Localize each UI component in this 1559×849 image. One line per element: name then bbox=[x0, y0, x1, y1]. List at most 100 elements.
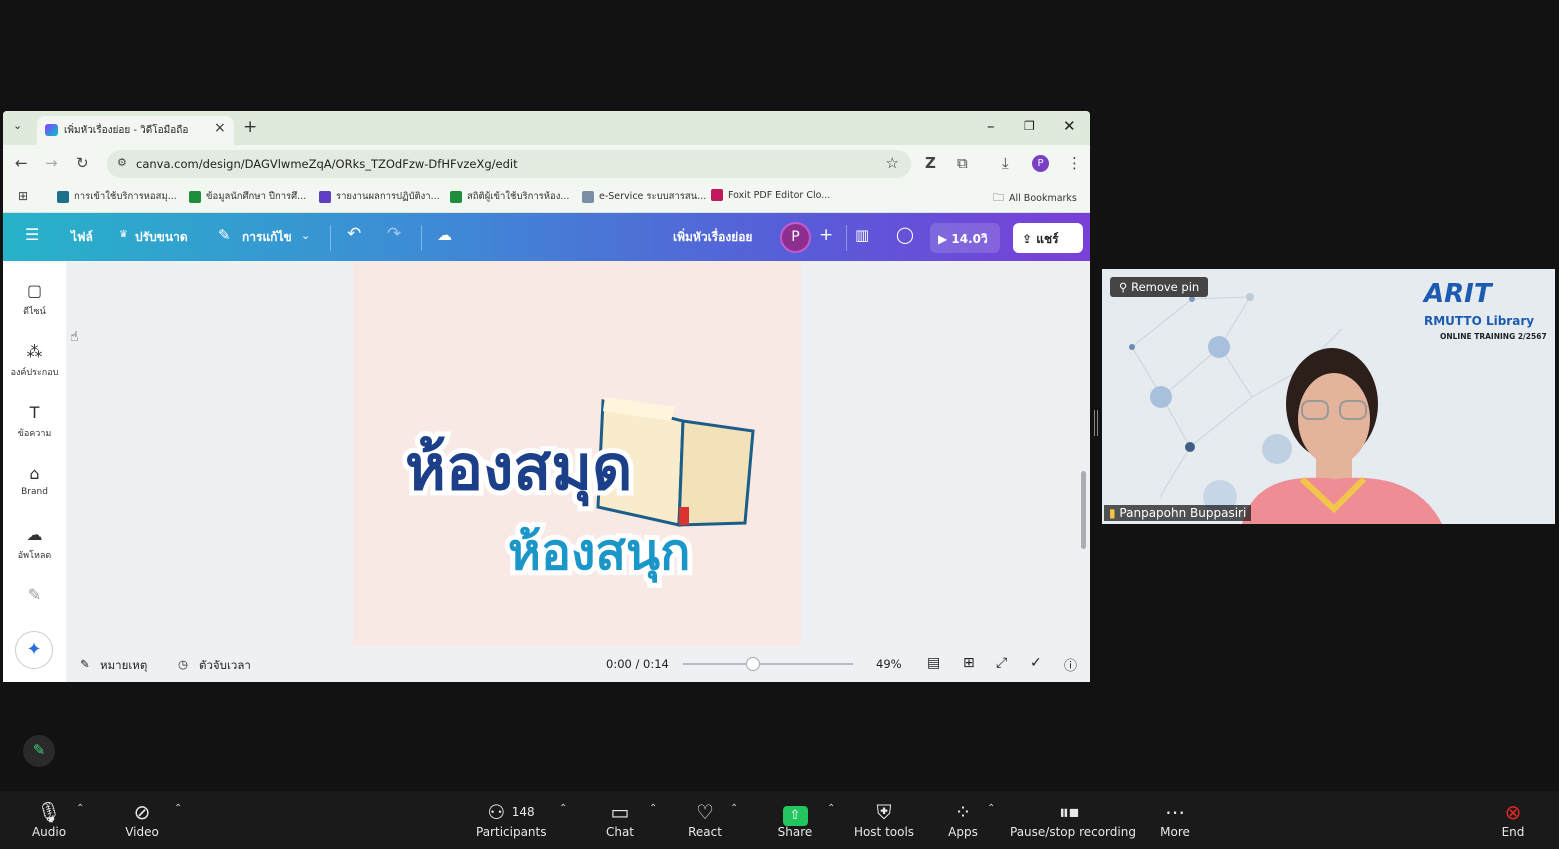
playback-slider[interactable] bbox=[683, 663, 853, 665]
canvas-heading-fun[interactable]: ห้องสนุก bbox=[503, 518, 695, 588]
url-text: canva.com/design/DAGVlwmeZqA/ORks_TZOdFz… bbox=[136, 157, 518, 171]
folder-icon: 🗀 bbox=[993, 191, 1004, 204]
audio-button[interactable]: 🎙 Audio bbox=[27, 799, 71, 839]
menu-file[interactable]: ไฟล์ bbox=[71, 228, 93, 247]
add-collaborator-icon[interactable]: + bbox=[819, 225, 833, 245]
bookmark-star-icon[interactable]: ☆ bbox=[886, 154, 899, 172]
bookmark-icon bbox=[319, 190, 331, 203]
zoom-level[interactable]: 49% bbox=[876, 657, 902, 671]
browser-menu-icon[interactable]: ⋮ bbox=[1067, 154, 1082, 172]
page-view-icon[interactable]: ▤ bbox=[927, 655, 940, 671]
bookmark-item[interactable]: สถิติผู้เข้าใช้บริการห้อง... bbox=[450, 189, 569, 204]
fullscreen-icon[interactable]: ⤢ bbox=[996, 655, 1007, 671]
restore-icon[interactable]: ❐ bbox=[1024, 119, 1035, 133]
chevron-down-icon[interactable]: ⌄ bbox=[301, 229, 310, 242]
site-info-icon[interactable]: ⚙ bbox=[117, 156, 127, 169]
minimize-icon[interactable]: – bbox=[987, 117, 995, 135]
design-page[interactable]: ห้องสมุด ห้องสนุก bbox=[353, 261, 801, 647]
participants-caret-icon[interactable]: ⌃ bbox=[559, 803, 567, 814]
help-icon[interactable]: ⓘ bbox=[1064, 655, 1077, 674]
host-tools-button[interactable]: ⛨ Host tools bbox=[852, 799, 916, 839]
undo-icon[interactable]: ↶ bbox=[347, 224, 361, 244]
cloud-saved-icon[interactable]: ☁ bbox=[437, 226, 452, 244]
timer-button[interactable]: ตัวจับเวลา bbox=[199, 657, 251, 675]
end-meeting-button[interactable]: ⊗ End bbox=[1495, 799, 1531, 839]
all-bookmarks[interactable]: 🗀 All Bookmarks bbox=[993, 189, 1077, 208]
bookmark-item[interactable]: รายงานผลการปฏิบัติงา... bbox=[319, 189, 440, 204]
react-caret-icon[interactable]: ⌃ bbox=[730, 803, 738, 814]
comment-icon[interactable]: ◯ bbox=[896, 225, 914, 244]
browser-tab-active[interactable]: เพิ่มหัวเรื่องย่อย - วิดีโอมือถือ × bbox=[37, 116, 234, 145]
canvas-artwork: ห้องสมุด ห้องสนุก bbox=[400, 397, 755, 588]
close-window-icon[interactable]: ✕ bbox=[1063, 117, 1076, 135]
present-button[interactable]: ▶ 14.0วิ bbox=[930, 223, 1000, 253]
redo-icon[interactable]: ↷ bbox=[387, 224, 401, 244]
zotero-extension-icon[interactable]: Z bbox=[925, 154, 936, 172]
bookmark-item[interactable]: e-Service ระบบสารสน... bbox=[582, 189, 706, 204]
magic-sparkle-button[interactable]: ✦ bbox=[15, 631, 53, 669]
browser-window: ⌄ เพิ่มหัวเรื่องย่อย - วิดีโอมือถือ × + … bbox=[3, 111, 1090, 682]
audio-options-caret-icon[interactable]: ⌃ bbox=[76, 803, 84, 814]
participants-button[interactable]: ⚇ 148 Participants bbox=[476, 799, 547, 839]
bookmark-icon bbox=[450, 190, 462, 203]
tab-list-chevron-icon[interactable]: ⌄ bbox=[13, 119, 22, 132]
end-x-icon: ⊗ bbox=[1504, 800, 1522, 824]
sidebar-item-text[interactable]: T ข้อความ bbox=[3, 403, 66, 440]
back-icon[interactable]: ← bbox=[15, 154, 28, 172]
close-tab-icon[interactable]: × bbox=[214, 120, 226, 136]
chat-button[interactable]: ▭ Chat bbox=[600, 799, 640, 839]
menu-edit[interactable]: การแก้ไข bbox=[242, 228, 292, 247]
shield-icon: ⛨ bbox=[876, 800, 892, 824]
sidebar-item-draw[interactable]: ✎ bbox=[3, 585, 66, 604]
sidebar-item-design[interactable]: ▢ ดีไซน์ bbox=[3, 281, 66, 318]
panel-resize-handle[interactable] bbox=[1094, 410, 1098, 436]
annotate-pencil-button[interactable]: ✎ bbox=[23, 735, 55, 767]
participant-name-tag: ▮ Panpapohn Buppasiri bbox=[1104, 505, 1252, 521]
participants-icon: ⚇ 148 bbox=[487, 800, 535, 824]
chat-caret-icon[interactable]: ⌃ bbox=[649, 803, 657, 814]
pause-stop-recording-button[interactable]: ⏸⏹ Pause/stop recording bbox=[1010, 799, 1136, 839]
sidebar-item-uploads[interactable]: ☁ อัพโหลด bbox=[3, 525, 66, 562]
share-button[interactable]: ⇪ แชร์ bbox=[1013, 223, 1083, 253]
apps-button[interactable]: ⁘ Apps bbox=[942, 799, 984, 839]
apps-grid-icon[interactable]: ⊞ bbox=[18, 189, 28, 203]
extensions-icon[interactable]: ⧉ bbox=[957, 154, 968, 172]
menu-resize[interactable]: ปรับขนาด bbox=[135, 228, 188, 247]
bookmark-item[interactable]: Foxit PDF Editor Clo... bbox=[711, 189, 830, 201]
remove-pin-button[interactable]: ⚲ Remove pin bbox=[1110, 277, 1209, 297]
bookmark-item[interactable]: ข้อมูลนักศึกษา ปีการศึ... bbox=[189, 189, 306, 204]
insights-chart-icon[interactable]: ▥ bbox=[855, 226, 869, 244]
collaborator-avatar[interactable]: P bbox=[780, 222, 811, 253]
video-button[interactable]: ⊘ Video bbox=[120, 799, 164, 839]
share-caret-icon[interactable]: ⌃ bbox=[827, 803, 835, 814]
editor-footer: ✎ หมายเหตุ ◷ ตัวจับเวลา 0:00 / 0:14 49% … bbox=[66, 646, 1090, 682]
profile-avatar[interactable]: P bbox=[1032, 155, 1049, 172]
reload-icon[interactable]: ↻ bbox=[76, 154, 89, 172]
apps-caret-icon[interactable]: ⌃ bbox=[987, 803, 995, 814]
canvas-heading-library[interactable]: ห้องสมุด bbox=[400, 426, 637, 511]
sidebar-item-brand[interactable]: ⌂ Brand bbox=[3, 464, 66, 497]
download-icon[interactable]: ⤓ bbox=[1002, 154, 1009, 172]
more-button[interactable]: ⋯ More bbox=[1154, 799, 1196, 839]
hamburger-menu-icon[interactable]: ☰ bbox=[25, 225, 39, 244]
check-circle-icon[interactable]: ✓ bbox=[1030, 655, 1042, 671]
design-title[interactable]: เพิ่มหัวเรื่องย่อย bbox=[673, 228, 752, 247]
grid-view-icon[interactable]: ⊞ bbox=[963, 655, 975, 671]
divider bbox=[846, 225, 847, 251]
share-screen-button[interactable]: ⇧ Share bbox=[775, 799, 815, 839]
react-button[interactable]: ♡ React bbox=[684, 799, 726, 839]
sidebar-item-elements[interactable]: ⁂ องค์ประกอบ bbox=[3, 342, 66, 379]
pin-icon: ⚲ bbox=[1119, 280, 1132, 294]
elements-icon: ⁂ bbox=[26, 342, 43, 361]
vertical-scrollbar[interactable] bbox=[1081, 471, 1086, 549]
new-tab-icon[interactable]: + bbox=[243, 117, 257, 137]
address-bar[interactable]: ⚙ canva.com/design/DAGVlwmeZqA/ORks_TZOd… bbox=[107, 150, 911, 178]
video-options-caret-icon[interactable]: ⌃ bbox=[174, 803, 182, 814]
text-icon: T bbox=[29, 403, 40, 422]
pencil-icon: ✎ bbox=[32, 741, 46, 759]
bookmark-item[interactable]: การเข้าใช้บริการหอสมุ... bbox=[57, 189, 177, 204]
notes-button[interactable]: หมายเหตุ bbox=[100, 657, 147, 675]
meeting-controls: 🎙 Audio ⌃ ⊘ Video ⌃ ⚇ 148 Participants ⌃ ▭ C… bbox=[0, 791, 1559, 849]
playback-slider-knob[interactable] bbox=[745, 657, 760, 671]
forward-icon[interactable]: → bbox=[45, 154, 58, 172]
